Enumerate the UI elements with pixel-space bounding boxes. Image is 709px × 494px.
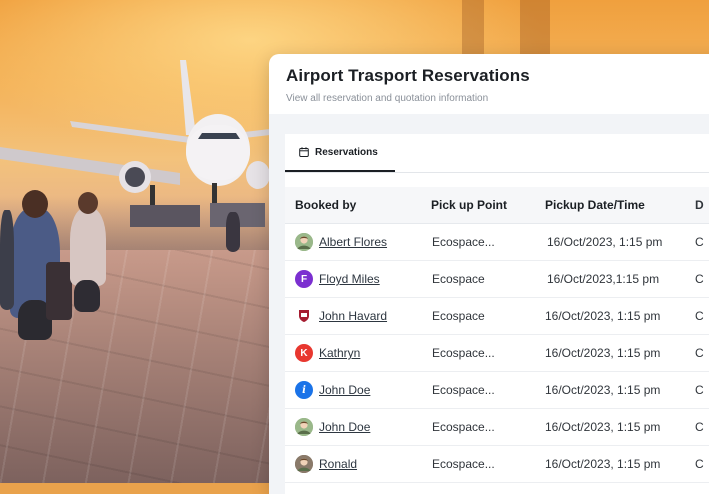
booked-by-link[interactable]: Ronald [319, 457, 357, 471]
cell-truncated: C [695, 235, 704, 249]
booked-by-link[interactable]: Kathryn [319, 346, 360, 360]
table-body: Albert Flores Ecospace... 16/Oct/2023, 1:1… [285, 224, 709, 483]
page-title: Airport Trasport Reservations [286, 66, 530, 85]
cell-truncated: C [695, 272, 704, 286]
avatar-letter: i [302, 384, 306, 396]
calendar-icon [299, 147, 309, 157]
table-row[interactable]: F Floyd Miles Ecospace 16/Oct/2023,1:15 pm C [285, 261, 709, 298]
column-header-pickup-point[interactable]: Pick up Point [421, 198, 545, 212]
cell-booked-by: John Havard [285, 307, 421, 325]
booked-by-link[interactable]: John Havard [319, 309, 387, 323]
cell-truncated: C [695, 346, 704, 360]
cell-pickup-point: Ecospace... [432, 235, 495, 249]
tab-reservations[interactable]: Reservations [285, 134, 395, 172]
avatar: F [295, 270, 313, 288]
table-row[interactable]: K Kathryn Ecospace... 16/Oct/2023, 1:15 pm C [285, 335, 709, 372]
page-subtitle: View all reservation and quotation infor… [286, 93, 489, 104]
cell-pickup-point: Ecospace [432, 272, 485, 286]
table-row[interactable]: Ronald Ecospace... 16/Oct/2023, 1:15 pm C [285, 446, 709, 483]
cell-pickup-point: Ecospace... [432, 457, 495, 471]
booked-by-link[interactable]: Floyd Miles [319, 272, 380, 286]
reservations-panel: Airport Trasport Reservations View all r… [269, 54, 709, 494]
booked-by-link[interactable]: John Doe [319, 383, 370, 397]
cell-pickup-datetime: 16/Oct/2023,1:15 pm [547, 272, 660, 286]
cell-pickup-point: Ecospace [432, 309, 485, 323]
cell-pickup-datetime: 16/Oct/2023, 1:15 pm [545, 309, 661, 323]
avatar-letter: F [300, 273, 308, 285]
avatar: K [295, 344, 313, 362]
cell-pickup-datetime: 16/Oct/2023, 1:15 pm [545, 457, 661, 471]
cell-pickup-datetime: 16/Oct/2023, 1:15 pm [545, 420, 661, 434]
cell-booked-by: F Floyd Miles [285, 270, 421, 288]
column-header-pickup-datetime[interactable]: Pickup Date/Time [545, 198, 695, 212]
booked-by-link[interactable]: John Doe [319, 420, 370, 434]
cell-booked-by: i John Doe [285, 381, 421, 399]
cell-pickup-point: Ecospace... [432, 346, 495, 360]
avatar-letter: K [300, 347, 308, 359]
crest-avatar-icon [295, 307, 313, 325]
avatar [295, 418, 313, 436]
cell-truncated: C [695, 457, 704, 471]
table-header: Booked by Pick up Point Pickup Date/Time… [285, 187, 709, 224]
cell-truncated: C [695, 309, 704, 323]
cell-pickup-datetime: 16/Oct/2023, 1:15 pm [545, 383, 661, 397]
booked-by-link[interactable]: Albert Flores [319, 235, 387, 249]
reservations-table: Booked by Pick up Point Pickup Date/Time… [285, 187, 709, 483]
cell-booked-by: Ronald [285, 455, 421, 473]
table-row[interactable]: Albert Flores Ecospace... 16/Oct/2023, 1:1… [285, 224, 709, 261]
cell-pickup-datetime: 16/Oct/2023, 1:15 pm [547, 235, 663, 249]
content-area: Reservations Booked by Pick up Point Pic… [269, 114, 709, 494]
avatar [295, 233, 313, 251]
column-header-truncated[interactable]: D [695, 198, 709, 212]
info-avatar-icon: i [295, 381, 313, 399]
avatar [295, 455, 313, 473]
cell-booked-by: K Kathryn [285, 344, 421, 362]
cell-pickup-datetime: 16/Oct/2023, 1:15 pm [545, 346, 661, 360]
cell-pickup-point: Ecospace... [432, 383, 495, 397]
tab-bar: Reservations [285, 134, 709, 173]
table-row[interactable]: John Doe Ecospace... 16/Oct/2023, 1:15 pm C [285, 409, 709, 446]
tab-label: Reservations [315, 146, 378, 158]
cell-truncated: C [695, 383, 704, 397]
column-header-booked-by[interactable]: Booked by [285, 198, 421, 212]
table-row[interactable]: John Havard Ecospace 16/Oct/2023, 1:15 pm C [285, 298, 709, 335]
cell-booked-by: Albert Flores [285, 233, 421, 251]
cell-booked-by: John Doe [285, 418, 421, 436]
content-card: Reservations Booked by Pick up Point Pic… [285, 134, 709, 494]
cell-truncated: C [695, 420, 704, 434]
cell-pickup-point: Ecospace... [432, 420, 495, 434]
table-row[interactable]: i John Doe Ecospace... 16/Oct/2023, 1:15 pm… [285, 372, 709, 409]
